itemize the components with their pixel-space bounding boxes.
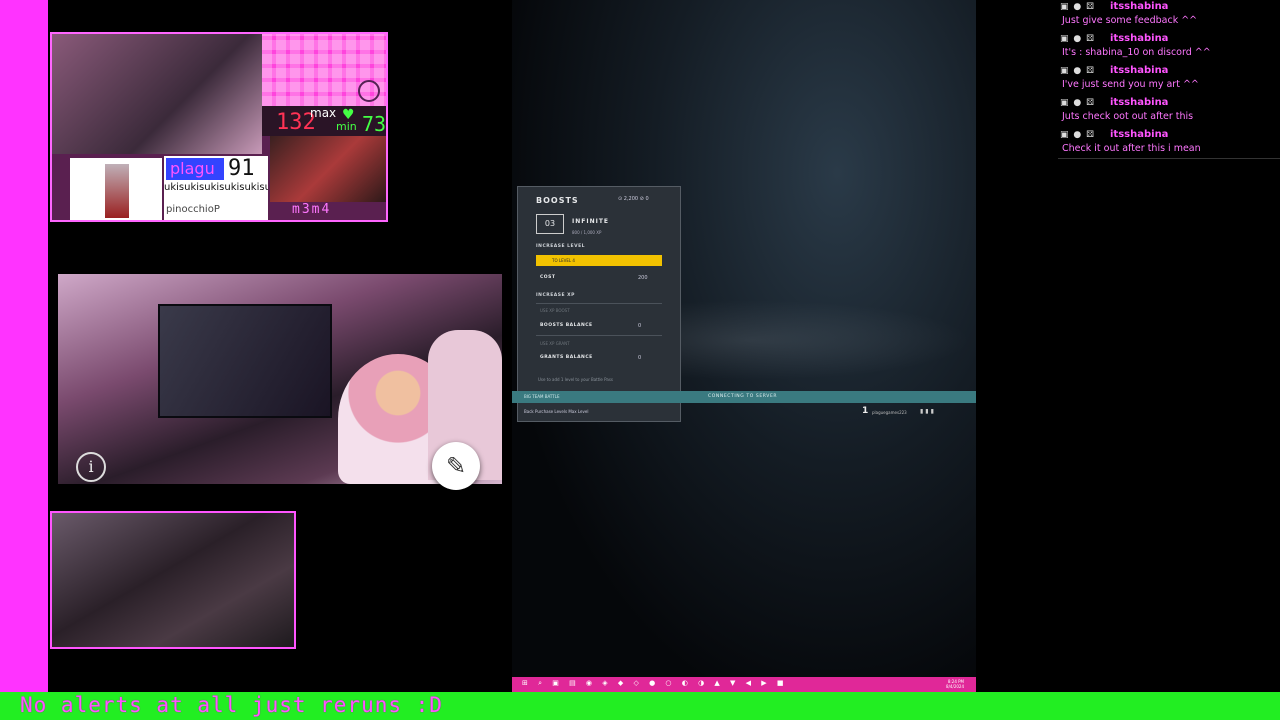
boosts-note: Use to add 1 level to your Battle Pass xyxy=(538,377,614,382)
song-artist: pinocchioP xyxy=(166,204,220,215)
desk-camera-feed xyxy=(270,136,386,202)
knob-icon xyxy=(358,80,380,102)
boosts-balance-label: BOOSTS BALANCE xyxy=(540,323,593,328)
chat-divider xyxy=(1058,158,1280,159)
stream-stats-widget: 132 max ♥ min 73 plagu 91 ukisukisukisuk… xyxy=(50,32,388,222)
taskbar-app-icons[interactable]: ⊞ ⌕ ▣ ▤ ◉ ◈ ◆ ◇ ● ○ ◐ ◑ ▲ ▼ ◀ ▶ ■ xyxy=(522,679,787,688)
windows-taskbar: ⊞ ⌕ ▣ ▤ ◉ ◈ ◆ ◇ ● ○ ◐ ◑ ▲ ▼ ◀ ▶ ■ 8:24 P… xyxy=(512,677,976,692)
chat-badges: ▣ ● ⚄ xyxy=(1060,34,1095,44)
ticker-text: No alerts at all just reruns :D xyxy=(20,693,443,717)
chat-text: Check it out after this i mean xyxy=(1062,143,1201,154)
grants-balance-label: GRANTS BALANCE xyxy=(540,355,593,360)
chat-text: Just give some feedback ^^ xyxy=(1062,15,1198,26)
chat-text: It's : shabina_10 on discord ^^ xyxy=(1062,47,1211,58)
brand-logo-text: m3m4 xyxy=(292,202,332,217)
player-rank: 1 xyxy=(862,406,869,416)
chat-username: itsshabina xyxy=(1110,1,1169,12)
playlist-name: BIG TEAM BATTLE xyxy=(524,394,560,399)
info-icon[interactable]: i xyxy=(76,452,106,482)
chat-username: itsshabina xyxy=(1110,97,1169,108)
boosts-footer-actions[interactable]: Back Purchase Levels Max Level xyxy=(524,409,588,414)
chat-username: itsshabina xyxy=(1110,129,1169,140)
increase-level-heading: INCREASE LEVEL xyxy=(536,244,586,249)
level-xp: 800 / 1,000 XP xyxy=(572,230,602,235)
heart-rate-min-value: 73 xyxy=(362,112,387,136)
boosts-title: BOOSTS xyxy=(536,196,579,205)
boosts-balance-value: 0 xyxy=(638,323,642,329)
heart-rate-min-label: min xyxy=(336,120,357,133)
boosts-panel: BOOSTS ⊙ 2,200 ⊘ 0 03 INFINITE 800 / 1,0… xyxy=(517,186,681,422)
to-level-selector[interactable]: TO LEVEL 4 xyxy=(536,255,662,266)
chat-text: Juts check oot out after this xyxy=(1062,111,1194,122)
heart-rate-max-label: max xyxy=(310,106,337,120)
side-webcam-feed xyxy=(50,511,296,649)
chat-username: itsshabina xyxy=(1110,65,1169,76)
chat-username: itsshabina xyxy=(1110,33,1169,44)
monitor-in-feed xyxy=(158,304,332,418)
increase-xp-heading: INCREASE XP xyxy=(536,293,575,298)
player-name: plaguegames223 xyxy=(872,410,907,415)
party-icons: ▮▮▮ xyxy=(920,408,936,415)
chat-text: I've just send you my art ^^ xyxy=(1062,79,1199,90)
chat-badges: ▣ ● ⚄ xyxy=(1060,130,1095,140)
left-accent-bar xyxy=(0,0,48,692)
chat-overlay: ▣ ● ⚄ itsshabina Just give some feedback… xyxy=(1058,0,1280,158)
character-figure-image xyxy=(70,158,162,220)
overhead-camera-feed xyxy=(52,34,262,154)
level-badge: 03 xyxy=(536,214,564,234)
cost-value: 200 xyxy=(638,275,648,281)
chat-badges: ▣ ● ⚄ xyxy=(1060,66,1095,76)
pencil-icon[interactable]: ✎ xyxy=(432,442,480,490)
connection-status: CONNECTING TO SERVER xyxy=(708,394,778,399)
credits-balance: ⊙ 2,200 ⊘ 0 xyxy=(618,196,649,202)
use-xp-boost-button[interactable]: USE XP BOOST xyxy=(540,308,570,313)
song-lyric: ukisukisukisukisukisuki xyxy=(164,182,268,193)
taskbar-clock: 8:24 PM 8/4/2024 xyxy=(946,679,964,689)
chat-badges: ▣ ● ⚄ xyxy=(1060,98,1095,108)
song-title: plagu xyxy=(166,158,224,180)
matchmaking-strip: BIG TEAM BATTLE CONNECTING TO SERVER xyxy=(512,391,976,403)
chat-badges: ▣ ● ⚄ xyxy=(1060,2,1095,12)
alert-ticker: No alerts at all just reruns :D xyxy=(0,692,1280,720)
use-xp-grant-button[interactable]: USE XP GRANT xyxy=(540,341,570,346)
level-name: INFINITE xyxy=(572,218,610,225)
cost-label: COST xyxy=(540,275,556,280)
song-number: 91 xyxy=(228,156,255,181)
grants-balance-value: 0 xyxy=(638,355,642,361)
